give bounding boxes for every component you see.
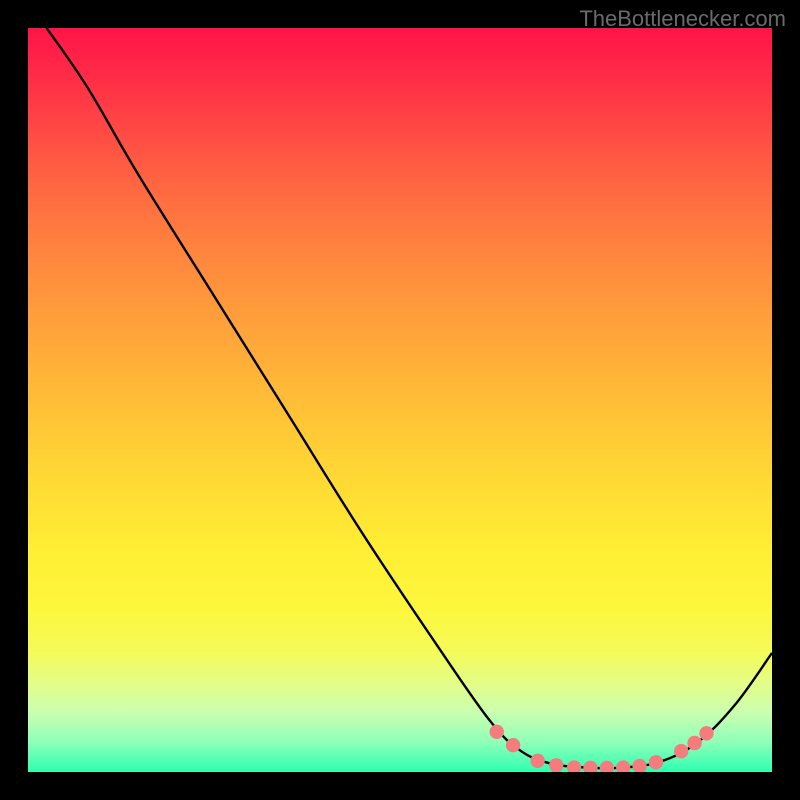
marker-dot [649,755,663,769]
chart-container: TheBottlenecker.com [0,0,800,800]
marker-dot [674,744,688,758]
curve-svg [28,28,772,772]
marker-dot [600,761,614,772]
marker-dot [699,726,713,740]
marker-dot [530,754,544,768]
marker-dot [549,758,563,772]
attribution-label: TheBottlenecker.com [579,6,786,32]
curve-line [47,28,772,768]
marker-dot [687,736,701,750]
marker-group [490,725,714,772]
marker-dot [506,738,520,752]
marker-dot [616,760,630,772]
plot-area [28,28,772,772]
marker-dot [567,760,581,772]
marker-dot [490,725,504,739]
marker-dot [632,759,646,772]
marker-dot [583,761,597,772]
